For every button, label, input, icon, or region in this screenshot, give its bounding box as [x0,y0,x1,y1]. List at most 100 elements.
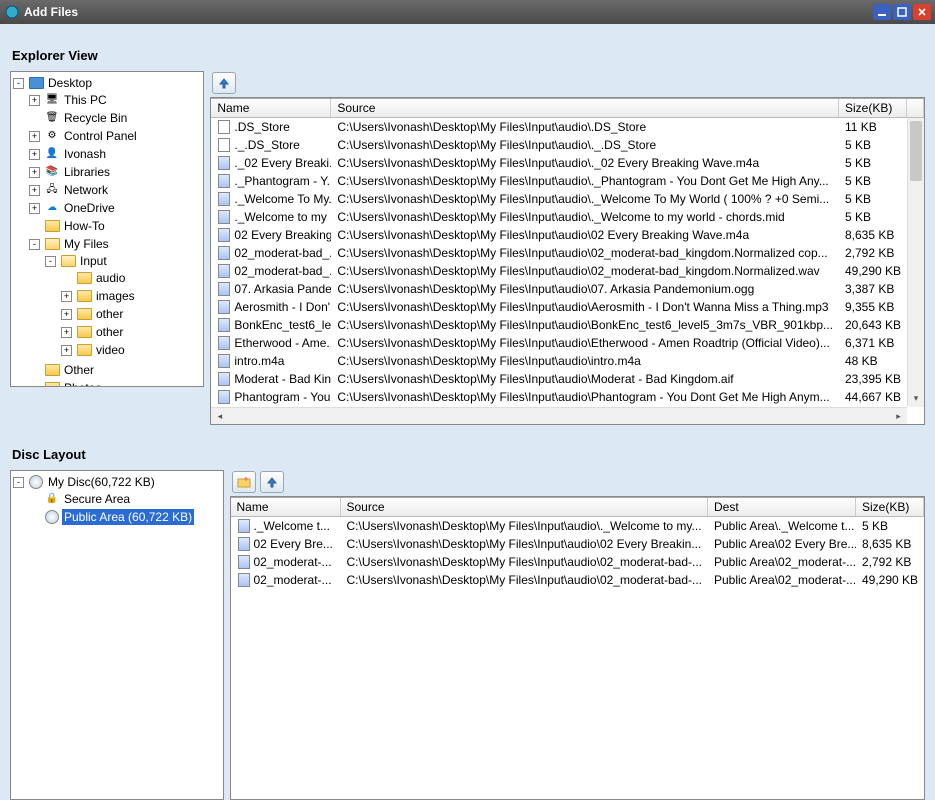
tree-label[interactable]: other [94,306,125,322]
file-row[interactable]: ._02 Every Breaki...C:\Users\Ivonash\Des… [211,154,924,172]
tree-node[interactable]: Other [29,362,201,378]
tree-node[interactable]: + Control Panel [29,128,201,144]
file-row[interactable]: .DS_StoreC:\Users\Ivonash\Desktop\My Fil… [211,118,924,136]
tree-node[interactable]: + This PC [29,92,201,108]
col-name[interactable]: Name [211,99,331,117]
maximize-button[interactable] [893,4,911,20]
file-row[interactable]: BonkEnc_test6_le...C:\Users\Ivonash\Desk… [211,316,924,334]
tree-label[interactable]: Control Panel [62,128,139,144]
col-name[interactable]: Name [231,498,341,516]
explorer-table-header[interactable]: Name Source Size(KB) [211,99,924,118]
tree-label[interactable]: Ivonash [62,146,108,162]
expand-icon[interactable]: + [29,167,40,178]
tree-label[interactable]: Photos [62,380,103,387]
tree-node[interactable]: + images [61,288,201,304]
expand-icon[interactable]: + [29,149,40,160]
tree-node[interactable]: + other [61,324,201,340]
tree-node[interactable]: Recycle Bin [29,110,201,126]
tree-node[interactable]: Public Area (60,722 KB) [29,509,221,525]
tree-label[interactable]: Other [62,362,96,378]
tree-label[interactable]: Libraries [62,164,112,180]
titlebar[interactable]: Add Files [0,0,935,24]
tree-label[interactable]: video [94,342,127,358]
expand-icon[interactable]: + [29,131,40,142]
file-row[interactable]: intro.m4aC:\Users\Ivonash\Desktop\My Fil… [211,352,924,370]
tree-label[interactable]: Public Area (60,722 KB) [62,509,194,525]
expand-icon[interactable]: + [61,309,72,320]
file-row[interactable]: Aerosmith - I Don'...C:\Users\Ivonash\De… [211,298,924,316]
file-row[interactable]: 02 Every Breaking...C:\Users\Ivonash\Des… [211,226,924,244]
file-row[interactable]: 07. Arkasia Pande...C:\Users\Ivonash\Des… [211,280,924,298]
tree-label[interactable]: other [94,324,125,340]
tree-node[interactable]: + Libraries [29,164,201,180]
file-row[interactable]: Moderat - Bad Kin...C:\Users\Ivonash\Des… [211,370,924,388]
disc-tree-panel[interactable]: - My Disc(60,722 KB)Secure Area Public Are… [10,470,224,800]
close-button[interactable] [913,4,931,20]
disc-files-panel[interactable]: Name Source Dest Size(KB) ._Welcome t...… [230,496,926,800]
tree-label[interactable]: This PC [62,92,109,108]
minimize-button[interactable] [873,4,891,20]
file-row[interactable]: 02_moderat-bad_...C:\Users\Ivonash\Deskt… [211,262,924,280]
tree-node[interactable]: Photos [29,380,201,387]
tree-label[interactable]: Recycle Bin [62,110,129,126]
expand-icon[interactable]: + [29,185,40,196]
tree-label[interactable]: Secure Area [62,491,132,507]
tree-label[interactable]: audio [94,270,127,286]
tree-label[interactable]: My Disc(60,722 KB) [46,474,157,490]
explorer-files-panel[interactable]: Name Source Size(KB) .DS_StoreC:\Users\I… [210,97,925,425]
tree-node[interactable]: How-To [29,218,201,234]
collapse-icon[interactable]: - [13,477,24,488]
tree-label[interactable]: My Files [62,236,111,252]
tree-label[interactable]: Input [78,253,109,269]
collapse-icon[interactable]: - [29,239,40,250]
scroll-down-icon[interactable]: ▾ [908,390,924,407]
col-size[interactable]: Size(KB) [839,99,907,117]
explorer-tree-panel[interactable]: - Desktop + This PC Recycle Bin + Control Pane… [10,71,204,387]
tree-node[interactable]: + video [61,342,201,358]
col-source[interactable]: Source [341,498,709,516]
file-row[interactable]: 02_moderat-bad_...C:\Users\Ivonash\Deskt… [211,244,924,262]
expand-icon[interactable]: + [61,291,72,302]
tree-node[interactable]: - My Disc(60,722 KB) [13,474,221,490]
tree-node[interactable]: audio [61,270,201,286]
tree-node[interactable]: - Input [45,253,201,269]
tree-label[interactable]: Network [62,182,110,198]
expand-icon[interactable]: + [29,95,40,106]
vertical-scrollbar[interactable]: ▴ ▾ [907,119,924,406]
tree-label[interactable]: Desktop [46,75,94,91]
file-row[interactable]: Phantogram - You...C:\Users\Ivonash\Desk… [211,388,924,406]
disc-file-row[interactable]: ._Welcome t...C:\Users\Ivonash\Desktop\M… [231,517,925,535]
col-dest[interactable]: Dest [708,498,856,516]
disc-file-row[interactable]: 02 Every Bre...C:\Users\Ivonash\Desktop\… [231,535,925,553]
tree-node[interactable]: + OneDrive [29,200,201,216]
collapse-icon[interactable]: - [45,256,56,267]
file-row[interactable]: ._Phantogram - Y...C:\Users\Ivonash\Desk… [211,172,924,190]
disc-up-button[interactable] [260,471,284,493]
tree-node[interactable]: - My Files [29,236,201,252]
scroll-right-icon[interactable]: ▸ [890,408,907,425]
disc-file-row[interactable]: 02_moderat-...C:\Users\Ivonash\Desktop\M… [231,571,925,589]
horizontal-scrollbar[interactable]: ◂ ▸ [211,407,907,424]
scroll-thumb[interactable] [910,121,922,181]
tree-label[interactable]: OneDrive [62,200,117,216]
file-row[interactable]: ._Welcome to my ...C:\Users\Ivonash\Desk… [211,208,924,226]
tree-node[interactable]: + other [61,306,201,322]
collapse-icon[interactable]: - [13,78,24,89]
tree-node[interactable]: + Ivonash [29,146,201,162]
file-row[interactable]: ._Welcome To My...C:\Users\Ivonash\Deskt… [211,190,924,208]
expand-icon[interactable]: + [61,327,72,338]
new-folder-button[interactable] [232,471,256,493]
tree-label[interactable]: How-To [62,218,107,234]
disc-table-header[interactable]: Name Source Dest Size(KB) [231,498,925,517]
expand-icon[interactable]: + [61,345,72,356]
expand-icon[interactable]: + [29,203,40,214]
scroll-left-icon[interactable]: ◂ [211,408,228,425]
col-size[interactable]: Size(KB) [856,498,924,516]
tree-node[interactable]: + Network [29,182,201,198]
tree-label[interactable]: images [94,288,137,304]
tree-node[interactable]: Secure Area [29,491,221,507]
col-source[interactable]: Source [331,99,839,117]
up-folder-button[interactable] [212,72,236,94]
disc-file-row[interactable]: 02_moderat-...C:\Users\Ivonash\Desktop\M… [231,553,925,571]
file-row[interactable]: Etherwood - Ame...C:\Users\Ivonash\Deskt… [211,334,924,352]
